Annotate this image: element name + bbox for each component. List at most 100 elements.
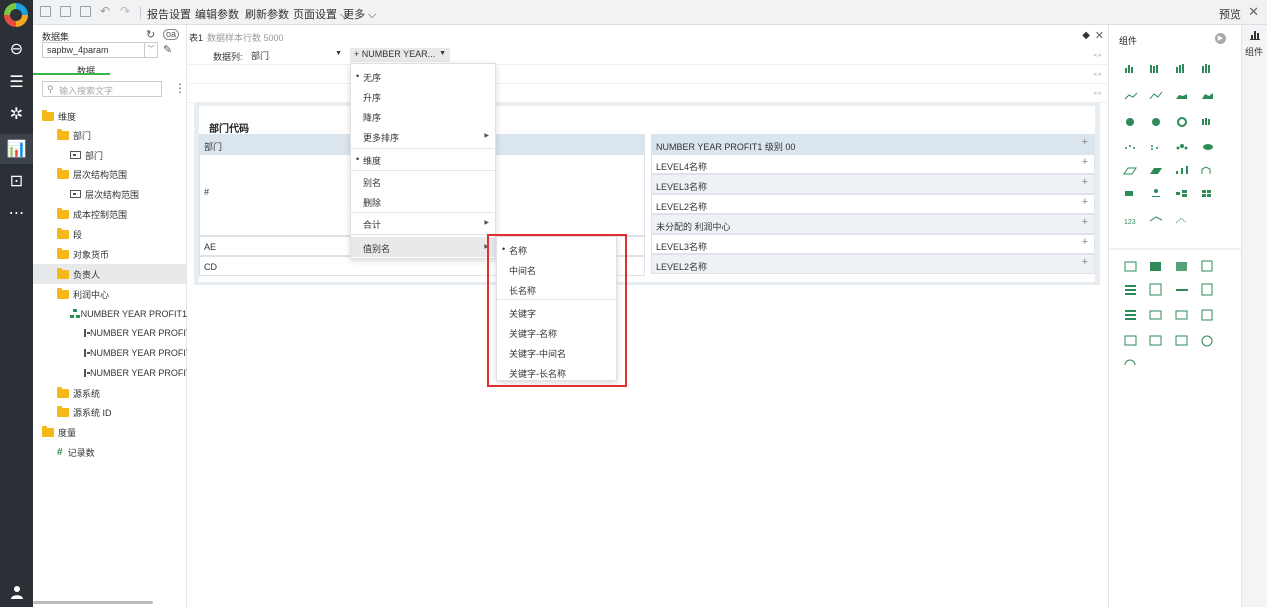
menu-item-dimension[interactable]: • 维度 xyxy=(351,149,497,169)
crosstab-table[interactable]: 部门代码 部门 # AE CD NUMBER YEAR PROFIT1 级别 0… xyxy=(199,106,1095,282)
tree-field-profit-3[interactable]: NUMBER YEAR PROFIT xyxy=(84,363,187,383)
tree-folder-profit-center[interactable]: 利润中心 xyxy=(57,284,187,304)
analysis-icon[interactable]: 📊 xyxy=(0,134,33,164)
edit-params-button[interactable]: 编辑参数 xyxy=(195,6,239,22)
expand-icon[interactable]: + xyxy=(1082,176,1088,188)
refresh-icon[interactable]: ↻ xyxy=(146,28,155,41)
folder-icon xyxy=(57,167,69,179)
parallelogram-icon xyxy=(1123,167,1137,175)
tree-folder-segment[interactable]: 段 xyxy=(57,224,187,244)
sample-rows-label: 数据样本行数 5000 xyxy=(207,33,284,43)
table-cell[interactable]: LEVEL4名称 + xyxy=(651,154,1095,174)
new-report-icon[interactable] xyxy=(40,6,51,17)
ring-chart-icon xyxy=(1177,117,1187,127)
bar-chart-icon xyxy=(1125,65,1133,73)
expand-icon[interactable]: + xyxy=(1082,156,1088,168)
tree-folder-measures[interactable]: 度量 xyxy=(42,422,187,442)
component-panel: 组件 ▶ 123 xyxy=(1108,25,1242,607)
tree-field-profit-1[interactable]: NUMBER YEAR PROFIT xyxy=(84,323,187,343)
scroll-arrows-icon[interactable]: ◂ ▸ xyxy=(1093,89,1102,97)
main-canvas: 表1 数据样本行数 5000 ◆ ✕ 数据列: 部门 ▼ + NUMBER YEA… xyxy=(187,25,1108,607)
page-settings-menu[interactable]: 页面设置 ⌵ xyxy=(293,6,348,22)
field-context-menu: • 无序 升序 降序 更多排序 ▶ • 维度 别名 删除 合计 ▶ 值别名 ▶ xyxy=(350,63,497,259)
menu-item-value-alias[interactable]: 值别名 ▶ xyxy=(351,237,497,257)
field-icon xyxy=(70,151,81,159)
next-icon[interactable]: ▶ xyxy=(1215,33,1226,44)
more-menu[interactable]: 更多 ⌵ xyxy=(343,6,376,22)
tree-folder-department[interactable]: 部门 xyxy=(57,125,187,145)
dashboard-icon[interactable]: ⊡ xyxy=(0,166,33,196)
field-number-year-dropdown[interactable]: + NUMBER YEAR... ▼ xyxy=(350,48,450,62)
tree-folder-cost-control[interactable]: 成本控制范围 xyxy=(57,204,187,224)
component-strip-label[interactable]: 组件 xyxy=(1245,45,1263,58)
expand-icon[interactable]: + xyxy=(1082,216,1088,228)
tree-folder-source-system[interactable]: 源系统 xyxy=(57,383,187,403)
user-icon[interactable] xyxy=(0,579,33,605)
tree-hierarchy-profit1[interactable]: NUMBER YEAR PROFIT1 xyxy=(70,304,187,324)
save-as-icon[interactable] xyxy=(80,6,91,17)
table-cell[interactable]: NUMBER YEAR PROFIT1 级别 00 + xyxy=(651,134,1095,154)
tree-folder-source-system-id[interactable]: 源系统 ID xyxy=(57,402,187,422)
tree-field-department[interactable]: 部门 xyxy=(70,145,187,165)
table-cell[interactable]: LEVEL2名称 + xyxy=(651,194,1095,214)
menu-item-no-sort[interactable]: • 无序 xyxy=(351,66,497,86)
report-settings-button[interactable]: 报告设置 xyxy=(147,6,191,22)
folder-icon xyxy=(57,386,69,398)
dataset-select[interactable]: sapbw_4param ﹀ xyxy=(42,42,158,58)
tree-folder-owner[interactable]: 负责人 xyxy=(33,264,186,284)
horizontal-scrollbar[interactable] xyxy=(33,601,153,604)
close-icon[interactable]: ✕ xyxy=(1095,29,1104,42)
list-icon[interactable]: ☰ xyxy=(0,67,33,97)
tree-field-hierarchy-range[interactable]: 层次结构范围 xyxy=(70,184,187,204)
folder-icon xyxy=(57,287,69,299)
link-icon[interactable]: ⊖ xyxy=(0,34,33,64)
save-icon[interactable] xyxy=(60,6,71,17)
crosstab-icon xyxy=(1150,262,1161,271)
tree-measure-record-count[interactable]: # 记录数 xyxy=(57,442,187,462)
menu-item-delete[interactable]: 删除 xyxy=(351,191,497,211)
menu-item-descending[interactable]: 降序 xyxy=(351,106,497,126)
dataset-switch-icon[interactable]: oa xyxy=(163,29,180,40)
expand-icon[interactable]: + xyxy=(1082,196,1088,208)
scroll-arrows-icon[interactable]: ◂ ▸ xyxy=(1093,51,1102,59)
edit-icon[interactable]: ✎ xyxy=(163,43,172,56)
list-icon xyxy=(1125,285,1136,295)
flow-chart-icon xyxy=(1176,190,1187,197)
more-icon[interactable]: ⋯ xyxy=(0,198,33,228)
pin-icon[interactable]: ◆ xyxy=(1082,30,1090,41)
component-icon-grid[interactable]: 123 xyxy=(1109,55,1242,415)
table-cell[interactable]: LEVEL3名称 + xyxy=(651,234,1095,254)
preview-button[interactable]: 预览 xyxy=(1219,6,1241,22)
panel-menu-icon[interactable]: ⋮ xyxy=(174,82,186,94)
refresh-params-button[interactable]: 刷新参数 xyxy=(245,6,289,22)
dot-plot-icon xyxy=(1151,145,1158,150)
filter-row: ◂ ▸ xyxy=(187,65,1108,84)
menu-item-ascending[interactable]: 升序 xyxy=(351,86,497,106)
donut-pie-icon xyxy=(1152,118,1160,126)
expand-icon[interactable]: + xyxy=(1082,136,1088,148)
top-toolbar: ↶ ↷ 报告设置 编辑参数 刷新参数 页面设置 ⌵ 更多 ⌵ 预览 ✕ xyxy=(33,0,1267,25)
expand-icon[interactable]: + xyxy=(1082,236,1088,248)
close-icon[interactable]: ✕ xyxy=(1248,4,1259,20)
tree-field-profit-2[interactable]: NUMBER YEAR PROFIT xyxy=(84,343,187,363)
menu-item-more-sort[interactable]: 更多排序 ▶ xyxy=(351,126,497,146)
folder-icon xyxy=(57,247,69,259)
menu-item-alias[interactable]: 别名 xyxy=(351,171,497,191)
table-cell[interactable]: LEVEL2名称 + xyxy=(651,254,1095,274)
chart-icon[interactable] xyxy=(1250,31,1260,40)
undo-icon[interactable]: ↶ xyxy=(100,4,110,18)
image-icon xyxy=(1149,335,1162,346)
tree-folder-object-currency[interactable]: 对象货币 xyxy=(57,244,187,264)
table-cell[interactable]: LEVEL3名称 + xyxy=(651,174,1095,194)
network-icon[interactable]: ✲ xyxy=(0,99,33,129)
menu-item-total[interactable]: 合计 ▶ xyxy=(351,213,497,233)
table-cell[interactable]: 未分配的 利润中心 + xyxy=(651,214,1095,234)
tree-folder-dimensions[interactable]: 维度 xyxy=(42,106,187,126)
tab-data[interactable]: 数据 xyxy=(62,64,110,77)
scroll-arrows-icon[interactable]: ◂ ▸ xyxy=(1093,70,1102,78)
field-department-dropdown[interactable]: 部门 ▼ xyxy=(247,48,346,62)
tree-folder-hierarchy-range[interactable]: 层次结构范围 xyxy=(57,164,187,184)
redo-icon[interactable]: ↷ xyxy=(120,4,130,18)
search-input[interactable]: ⚲ 输入搜索文字 xyxy=(42,81,162,97)
expand-icon[interactable]: + xyxy=(1082,256,1088,268)
